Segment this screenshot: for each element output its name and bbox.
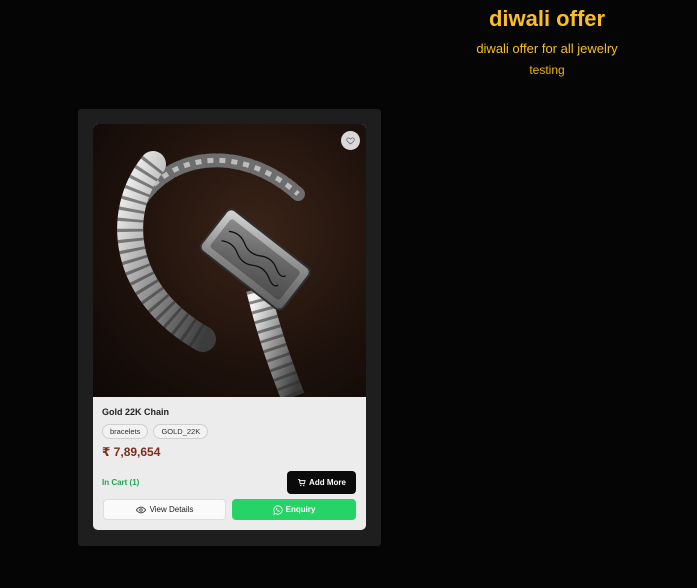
offer-note: testing xyxy=(529,63,565,77)
product-price: ₹ 7,89,654 xyxy=(102,445,161,459)
product-tags: bracelets GOLD_22K xyxy=(102,424,209,439)
tag-bracelets: bracelets xyxy=(102,424,149,439)
product-card[interactable]: Gold 22K Chain bracelets GOLD_22K ₹ 7,89… xyxy=(93,124,366,530)
product-info: Gold 22K Chain bracelets GOLD_22K ₹ 7,89… xyxy=(93,397,366,530)
eye-icon xyxy=(135,505,146,515)
heart-icon xyxy=(346,137,355,145)
enquiry-button[interactable]: Enquiry xyxy=(232,499,356,520)
product-name[interactable]: Gold 22K Chain xyxy=(102,407,169,417)
product-image[interactable] xyxy=(93,124,366,397)
add-more-button[interactable]: Add More xyxy=(287,471,356,494)
add-more-label: Add More xyxy=(309,478,346,487)
cart-icon xyxy=(297,478,306,487)
tag-gold-22k: GOLD_22K xyxy=(153,424,209,439)
offer-subtitle: diwali offer for all jewelry xyxy=(476,41,618,56)
enquiry-label: Enquiry xyxy=(285,505,316,514)
offer-header: diwali offer diwali offer for all jewelr… xyxy=(397,4,697,77)
product-card-container: Gold 22K Chain bracelets GOLD_22K ₹ 7,89… xyxy=(78,109,381,546)
bracelet-illustration xyxy=(117,151,311,397)
in-cart-status: In Cart (1) xyxy=(102,478,140,487)
view-details-button[interactable]: View Details xyxy=(103,499,226,520)
page: diwali offer diwali offer for all jewelr… xyxy=(0,0,697,588)
view-details-label: View Details xyxy=(149,505,194,514)
offer-title: diwali offer xyxy=(488,6,606,31)
whatsapp-icon xyxy=(272,504,283,515)
wishlist-button[interactable] xyxy=(341,131,360,150)
